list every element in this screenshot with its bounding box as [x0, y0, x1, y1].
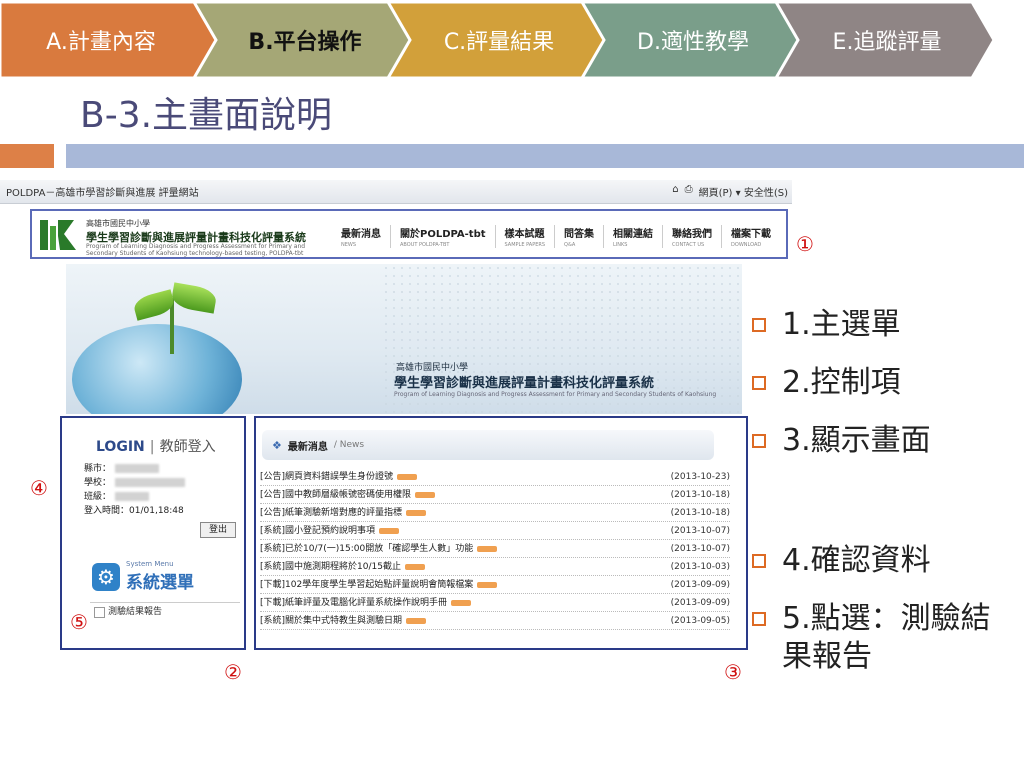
new-badge-icon — [406, 617, 427, 624]
banner-name: 學生學習診斷與進展評量計畫科技化評量系統 — [394, 376, 655, 391]
menu-item-links[interactable]: 相關連結 LINKS — [604, 225, 664, 248]
print-icon[interactable]: ⎙ — [685, 184, 693, 199]
callout-1: ① — [796, 232, 814, 256]
diamond-icon: ❖ — [272, 438, 282, 452]
news-item[interactable]: [下載]紙筆評量及電腦化評量系統操作說明手冊 (2013-09-09) — [260, 594, 730, 612]
nav-tab-plan-content[interactable]: A.計畫內容 — [6, 22, 196, 58]
square-bullet-icon — [752, 434, 766, 448]
new-badge-icon — [477, 581, 498, 588]
square-bullet-icon — [752, 612, 766, 626]
bullet-item: 5.點選：測驗結果報告 — [752, 600, 1020, 676]
accent-bar-blue — [66, 144, 1024, 168]
menu-item-news[interactable]: 最新消息 NEWS — [332, 225, 391, 248]
news-item[interactable]: [下載]102學年度學生學習起始點評量說明會簡報檔案 (2013-09-09) — [260, 576, 730, 594]
system-menu-header: ⚙ System Menu 系統選單 — [92, 560, 194, 593]
nav-tab-adaptive-teaching[interactable]: D.適性教學 — [608, 22, 778, 58]
nav-tab-tracking-assessment[interactable]: E.追蹤評量 — [802, 22, 972, 58]
poldpa-logo-icon — [40, 220, 76, 250]
menu-item-qa[interactable]: 問答集 Q&A — [555, 225, 605, 248]
logout-button[interactable]: 登出 — [200, 522, 236, 538]
login-info: 縣市： 學校： 班級： 登入時間：01/01,18:48 — [84, 462, 186, 518]
square-bullet-icon — [752, 318, 766, 332]
site-english-name: Program of Learning Diagnosis and Progre… — [86, 243, 306, 257]
login-city-row: 縣市： — [84, 462, 185, 476]
callout-2: ② — [224, 660, 242, 684]
news-item[interactable]: [公告]網頁資料錯誤學生身份證號 (2013-10-23) — [260, 468, 730, 486]
new-badge-icon — [404, 563, 425, 570]
site-org: 高雄市國民中小學 — [86, 219, 150, 228]
login-title: LOGIN | 教師登入 — [96, 439, 216, 455]
bullet-item: 3.顯示畫面 — [752, 422, 931, 460]
leaf-image — [170, 282, 218, 314]
new-badge-icon — [379, 527, 400, 534]
menu-item-sample-papers[interactable]: 樣本試題 SAMPLE PAPERS — [496, 225, 556, 248]
nav-tab-platform-operation[interactable]: B.平台操作 — [220, 22, 390, 58]
slide-title: B-3.主畫面說明 — [80, 95, 333, 136]
new-badge-icon — [415, 491, 436, 498]
login-time-row: 登入時間：01/01,18:48 — [84, 506, 184, 516]
browser-tools-text[interactable]: 網頁(P) ▾ 安全性(S) — [699, 184, 788, 199]
new-badge-icon — [451, 599, 472, 606]
square-bullet-icon — [752, 554, 766, 568]
blurred-value — [115, 464, 160, 473]
globe-image — [72, 324, 242, 414]
blurred-value — [115, 478, 186, 487]
home-icon[interactable]: ⌂ — [672, 184, 678, 199]
bullet-item: 4.確認資料 — [752, 542, 931, 580]
news-item[interactable]: [系統]已於10/7(一)15:00開放「確認學生人數」功能 (2013-10-0… — [260, 540, 730, 558]
bullet-item: 2.控制項 — [752, 364, 901, 402]
portal-screenshot: POLDPA－高雄市學習診斷與進展 評量網站 ⌂ ⎙ 網頁(P) ▾ 安全性(S… — [0, 180, 792, 660]
menu-item-about[interactable]: 關於POLDPA-tbt ABOUT POLDPA-TBT — [391, 225, 496, 248]
news-item[interactable]: [公告]紙筆測驗新增對應的評量指標 (2013-10-18) — [260, 504, 730, 522]
gear-icon: ⚙ — [92, 562, 120, 591]
menu-item-download[interactable]: 檔案下載 DOWNLOAD — [722, 225, 780, 248]
accent-bar-orange — [0, 144, 54, 168]
news-list: [公告]網頁資料錯誤學生身份證號 (2013-10-23) [公告]國中教師層級帳… — [260, 468, 730, 630]
news-item[interactable]: [公告]國中教師層級帳號密碼使用權限 (2013-10-18) — [260, 486, 730, 504]
test-result-report-link[interactable]: 測驗結果報告 — [90, 602, 240, 620]
login-class-row: 班級： — [84, 490, 185, 504]
browser-tools: ⌂ ⎙ 網頁(P) ▾ 安全性(S) — [672, 184, 788, 199]
login-school-row: 學校： — [84, 476, 186, 490]
news-item[interactable]: [系統]國中施測期程將於10/15截止 (2013-10-03) — [260, 558, 730, 576]
new-badge-icon — [406, 509, 427, 516]
square-bullet-icon — [752, 376, 766, 390]
nav-tab-assessment-results[interactable]: C.評量結果 — [414, 22, 584, 58]
news-panel: ❖ 最新消息 / News [公告]網頁資料錯誤學生身份證號 (2013-10-2… — [254, 416, 748, 650]
blurred-value — [115, 492, 150, 501]
browser-tab-title: POLDPA－高雄市學習診斷與進展 評量網站 — [6, 188, 199, 199]
section-nav: A.計畫內容 B.平台操作 C.評量結果 D.適性教學 E.追蹤評量 — [0, 0, 1024, 80]
callout-5: ⑤ — [70, 610, 88, 634]
news-header: ❖ 最新消息 / News — [262, 430, 714, 460]
callout-4: ④ — [30, 476, 48, 500]
site-menu: 最新消息 NEWS 關於POLDPA-tbt ABOUT POLDPA-TBT 樣本… — [332, 225, 780, 248]
banner-english-name: Program of Learning Diagnosis and Progre… — [394, 391, 717, 398]
browser-toolbar: POLDPA－高雄市學習診斷與進展 評量網站 ⌂ ⎙ 網頁(P) ▾ 安全性(S… — [0, 180, 792, 204]
new-badge-icon — [477, 545, 498, 552]
new-badge-icon — [397, 473, 418, 480]
news-item[interactable]: [系統]關於集中式特教生與測驗日期 (2013-09-05) — [260, 612, 730, 630]
news-item[interactable]: [系統]國小登記預約說明事項 (2013-10-07) — [260, 522, 730, 540]
menu-item-contact[interactable]: 聯絡我們 CONTACT US — [663, 225, 723, 248]
callout-3: ③ — [724, 660, 742, 684]
bullet-item: 1.主選單 — [752, 306, 901, 344]
site-banner: 高雄市國民中小學 學生學習診斷與進展評量計畫科技化評量系統 Program of… — [66, 264, 742, 414]
